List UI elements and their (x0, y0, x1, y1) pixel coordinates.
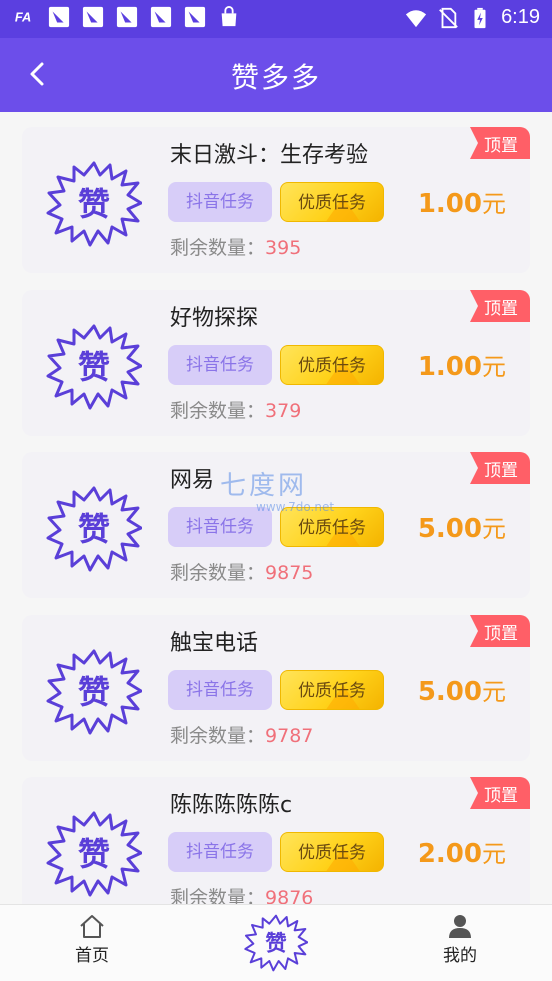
task-name: 陈陈陈陈陈c (170, 793, 293, 818)
app-notification-icon (48, 6, 70, 28)
remaining-label: 剩余数量： (170, 887, 266, 904)
status-bar-left: FA (14, 6, 240, 28)
pinned-badge-label: 顶置 (484, 461, 518, 481)
price-value: 5.00 (417, 514, 482, 544)
price-value: 1.00 (417, 189, 482, 219)
tag-quality-label: 优质任务 (298, 681, 366, 701)
page-title: 赞多多 (230, 61, 321, 94)
task-name: 网易 (170, 468, 215, 493)
remaining-label: 剩余数量： (170, 725, 266, 747)
zan-logo-icon[interactable] (244, 913, 308, 973)
remaining-value: 9875 (265, 562, 314, 584)
remaining-label: 剩余数量： (170, 237, 266, 259)
remaining-value: 9876 (265, 887, 314, 904)
price-value: 1.00 (417, 352, 482, 382)
price-unit: 元 (482, 840, 506, 868)
tag-quality-label: 优质任务 (298, 518, 366, 538)
pinned-badge: 顶置 (470, 615, 530, 647)
task-price: 1.00元 (418, 184, 506, 219)
task-card[interactable]: 触宝电话 抖音任务 优质任务 5.00元 剩余数量：9787 顶置 (22, 615, 530, 761)
task-card[interactable]: 陈陈陈陈陈c 抖音任务 优质任务 2.00元 剩余数量：9876 顶置 (22, 777, 530, 904)
zan-logo-icon (46, 649, 142, 735)
price-unit: 元 (482, 190, 506, 218)
price-value: 2.00 (417, 839, 482, 869)
task-price: 2.00元 (418, 834, 506, 869)
tag-douyin-task: 抖音任务 (168, 670, 272, 710)
svg-text:FA: FA (15, 10, 31, 25)
pinned-badge: 顶置 (470, 452, 530, 484)
task-card[interactable]: 末日激斗：生存考验 抖音任务 优质任务 1.00元 剩余数量：395 顶置 (22, 127, 530, 273)
app-notification-icon (184, 6, 206, 28)
remaining-count: 剩余数量：379 (170, 396, 301, 423)
no-sim-icon (439, 7, 458, 28)
status-bar-right: 6:19 (405, 6, 540, 29)
task-price: 5.00元 (418, 672, 506, 707)
nav-mine-label: 我的 (443, 946, 477, 966)
tag-quality-task: 优质任务 (280, 345, 384, 385)
price-unit: 元 (482, 515, 506, 543)
status-bar: FA 6:19 (0, 0, 552, 38)
app-notification-icon (150, 6, 172, 28)
tag-quality-label: 优质任务 (298, 193, 366, 213)
nav-home[interactable]: 首页 (52, 913, 132, 966)
price-unit: 元 (482, 678, 506, 706)
clock: 6:19 (501, 6, 540, 28)
task-name: 触宝电话 (170, 631, 259, 656)
remaining-label: 剩余数量： (170, 400, 266, 422)
pinned-badge: 顶置 (470, 777, 530, 809)
pinned-badge-label: 顶置 (484, 299, 518, 319)
zan-logo-icon (46, 324, 142, 410)
tag-quality-task: 优质任务 (280, 670, 384, 710)
zan-logo-icon (46, 161, 142, 247)
remaining-count: 剩余数量：9875 (170, 558, 313, 585)
tag-quality-task: 优质任务 (280, 832, 384, 872)
remaining-label: 剩余数量： (170, 562, 266, 584)
task-card[interactable]: 好物探探 抖音任务 优质任务 1.00元 剩余数量：379 顶置 (22, 290, 530, 436)
remaining-value: 9787 (265, 725, 314, 747)
task-price: 5.00元 (418, 509, 506, 544)
tag-douyin-task: 抖音任务 (168, 345, 272, 385)
tag-douyin-task: 抖音任务 (168, 832, 272, 872)
price-value: 5.00 (417, 677, 482, 707)
zan-logo-icon (46, 811, 142, 897)
remaining-count: 剩余数量：9787 (170, 721, 313, 748)
home-icon (80, 915, 104, 938)
app-notification-icon (82, 6, 104, 28)
remaining-count: 剩余数量：395 (170, 233, 301, 260)
nav-mine[interactable]: 我的 (420, 913, 500, 966)
task-name: 好物探探 (170, 306, 259, 331)
shopping-bag-icon (221, 6, 237, 27)
zan-logo-icon (46, 486, 142, 572)
pinned-badge: 顶置 (470, 290, 530, 322)
pinned-badge-label: 顶置 (484, 786, 518, 806)
tag-quality-label: 优质任务 (298, 843, 366, 863)
user-icon (449, 915, 471, 938)
pinned-badge: 顶置 (470, 127, 530, 159)
task-price: 1.00元 (418, 347, 506, 382)
app-notification-icon (116, 6, 138, 28)
font-icon: FA (15, 10, 31, 25)
tag-quality-task: 优质任务 (280, 182, 384, 222)
tag-quality-label: 优质任务 (298, 356, 366, 376)
pinned-badge-label: 顶置 (484, 624, 518, 644)
price-unit: 元 (482, 353, 506, 381)
watermark: 七度网 (220, 471, 308, 501)
nav-home-label: 首页 (75, 946, 109, 966)
pinned-badge-label: 顶置 (484, 136, 518, 156)
remaining-count: 剩余数量：9876 (170, 883, 313, 904)
battery-charging-icon (474, 7, 486, 28)
remaining-value: 395 (265, 237, 302, 259)
tag-douyin-task: 抖音任务 (168, 182, 272, 222)
remaining-value: 379 (265, 400, 302, 422)
app-bar: 赞多多 (0, 38, 552, 112)
task-name: 末日激斗：生存考验 (170, 143, 369, 168)
bottom-nav: 首页 我的 (0, 904, 552, 981)
wifi-icon (405, 9, 427, 27)
watermark-url: www.7do.net (256, 500, 335, 514)
